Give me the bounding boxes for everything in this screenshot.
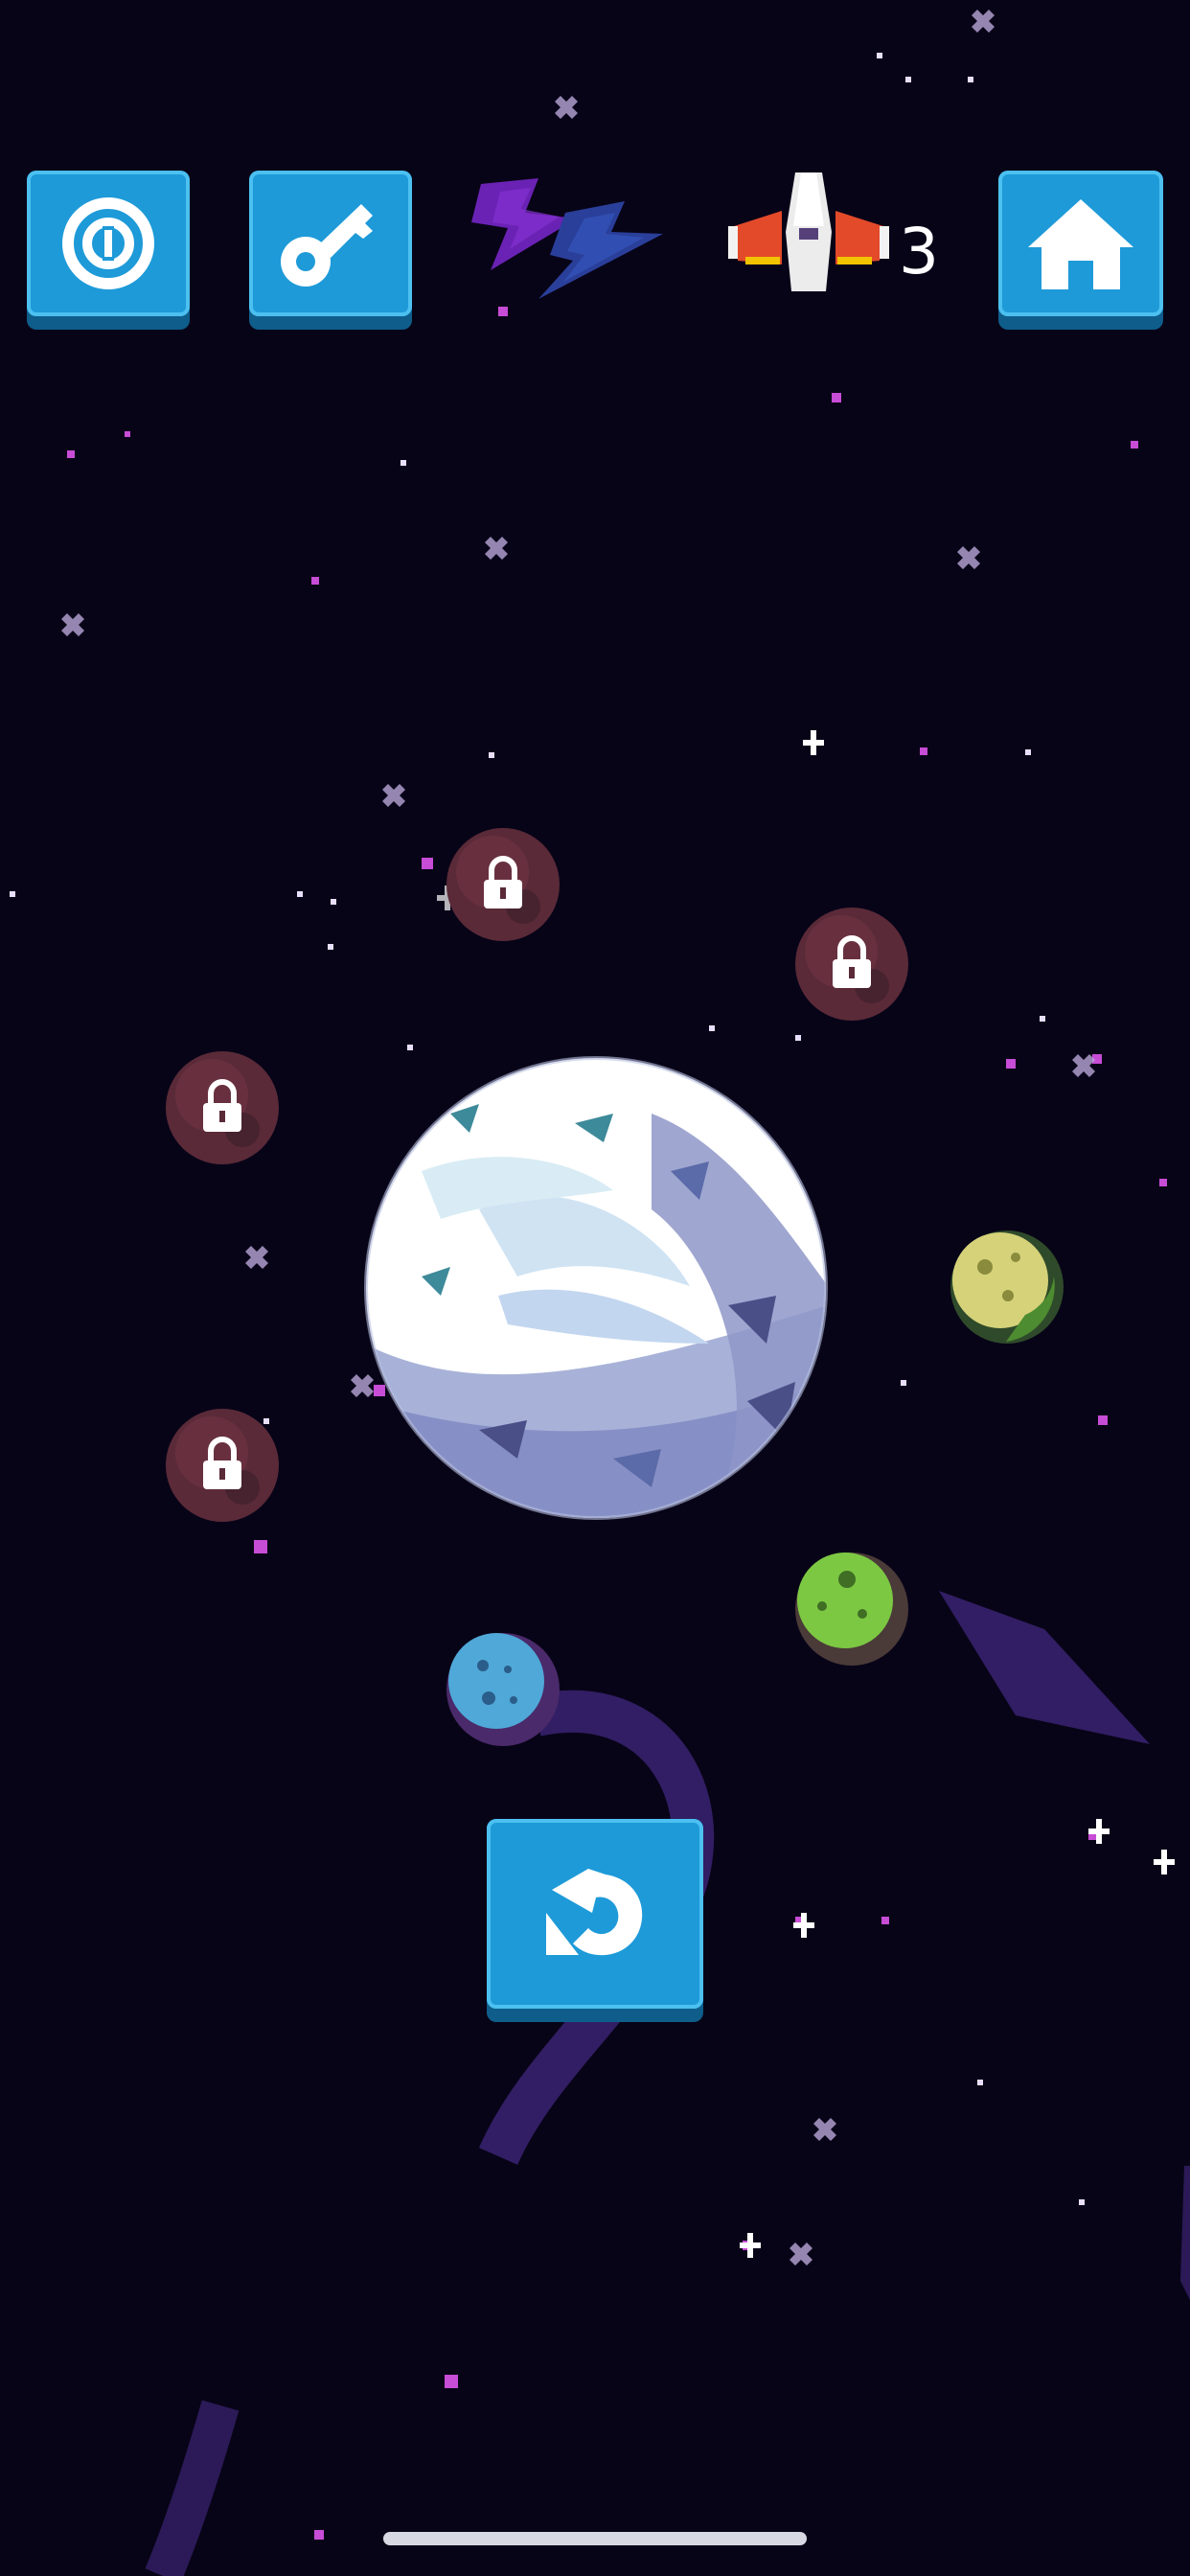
restart-icon: [546, 1869, 643, 1956]
power-icon: [62, 197, 154, 289]
game-screen: 3: [0, 0, 1190, 2576]
planet-locked-1[interactable]: [445, 826, 561, 943]
home-icon: [1028, 199, 1133, 289]
lightning-bolt-icon: [471, 178, 663, 299]
home-button[interactable]: [998, 171, 1163, 316]
planet-green[interactable]: [793, 1551, 910, 1668]
planet-locked-2[interactable]: [793, 906, 910, 1023]
ice-planet[interactable]: [364, 1056, 828, 1520]
planet-locked-3[interactable]: [164, 1049, 281, 1166]
planet-blue[interactable]: [445, 1631, 561, 1748]
key-button[interactable]: [249, 171, 412, 316]
planet-yellow[interactable]: [949, 1229, 1065, 1346]
spaceship-icon: [728, 172, 889, 291]
power-button[interactable]: [27, 171, 190, 316]
restart-button[interactable]: [487, 1819, 703, 2009]
key-icon: [281, 204, 373, 287]
home-indicator[interactable]: [383, 2532, 807, 2545]
planet-locked-4[interactable]: [164, 1407, 281, 1524]
ship-count: 3: [899, 215, 939, 288]
